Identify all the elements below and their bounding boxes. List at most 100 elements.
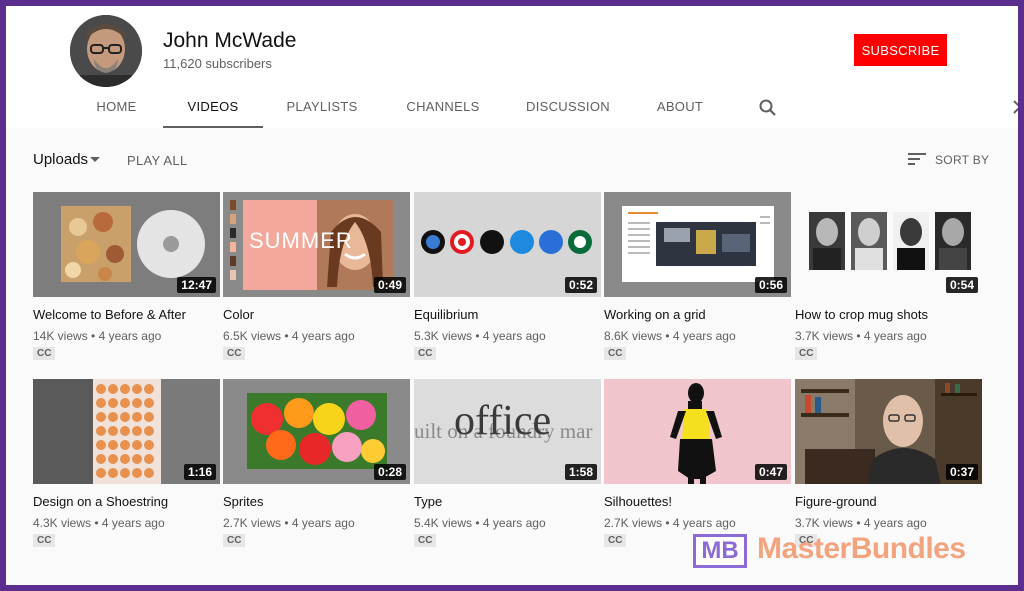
tab-playlists[interactable]: PLAYLISTS: [280, 90, 364, 128]
video-duration: 1:58: [564, 464, 597, 480]
view-count: 6.5K views: [223, 329, 282, 343]
upload-age: 4 years ago: [291, 516, 355, 530]
video-card[interactable]: SUMMER 0:49 Color 6.5K views • 4 years a…: [223, 192, 410, 361]
video-duration: 0:49: [373, 277, 406, 293]
chevron-right-icon[interactable]: [1012, 98, 1018, 116]
upload-age: 4 years ago: [98, 329, 162, 343]
tab-videos[interactable]: VIDEOS: [163, 90, 263, 128]
cc-badge: CC: [33, 347, 56, 360]
video-title[interactable]: Welcome to Before & After: [33, 307, 220, 322]
video-meta: 4.3K views • 4 years ago: [33, 516, 165, 530]
video-meta: 6.5K views • 4 years ago: [223, 329, 355, 343]
channel-header: John McWade 11,620 subscribers SUBSCRIBE…: [6, 6, 1018, 128]
subscriber-count: 11,620 subscribers: [163, 56, 272, 71]
video-title[interactable]: Color: [223, 307, 410, 322]
video-title[interactable]: Equilibrium: [414, 307, 601, 322]
chevron-down-icon[interactable]: [90, 157, 100, 162]
tab-home[interactable]: HOME: [84, 90, 149, 128]
cc-badge: CC: [223, 534, 246, 547]
watermark-logo: MB: [693, 534, 747, 568]
video-duration: 1:16: [183, 464, 216, 480]
video-duration: 12:47: [177, 277, 216, 293]
cc-badge: CC: [223, 347, 246, 360]
sort-icon[interactable]: [908, 152, 926, 166]
video-title[interactable]: Figure-ground: [795, 494, 982, 509]
video-thumbnail[interactable]: 0:54: [795, 192, 982, 297]
video-thumbnail[interactable]: 0:56: [604, 192, 791, 297]
video-meta: 3.7K views • 4 years ago: [795, 329, 927, 343]
video-title[interactable]: Type: [414, 494, 601, 509]
video-meta: 5.3K views • 4 years ago: [414, 329, 546, 343]
video-thumbnail[interactable]: 0:28: [223, 379, 410, 484]
upload-age: 4 years ago: [863, 329, 927, 343]
view-count: 3.7K views: [795, 329, 854, 343]
cc-badge: CC: [604, 534, 627, 547]
video-meta: 5.4K views • 4 years ago: [414, 516, 546, 530]
channel-tabs: HOME VIDEOS PLAYLISTS CHANNELS DISCUSSIO…: [6, 90, 1018, 128]
view-count: 3.7K views: [795, 516, 854, 530]
video-thumbnail[interactable]: 1:16: [33, 379, 220, 484]
video-card[interactable]: 1:16 Design on a Shoestring 4.3K views •…: [33, 379, 220, 548]
upload-age: 4 years ago: [482, 329, 546, 343]
view-count: 2.7K views: [604, 516, 663, 530]
view-count: 5.3K views: [414, 329, 473, 343]
video-card[interactable]: 0:52 Equilibrium 5.3K views • 4 years ag…: [414, 192, 601, 361]
upload-age: 4 years ago: [672, 516, 736, 530]
view-count: 5.4K views: [414, 516, 473, 530]
video-meta: 14K views • 4 years ago: [33, 329, 162, 343]
search-icon[interactable]: [758, 98, 778, 118]
upload-age: 4 years ago: [672, 329, 736, 343]
play-all-button[interactable]: PLAY ALL: [127, 153, 187, 168]
video-thumbnail[interactable]: uilt on a foundry mar office 1:58: [414, 379, 601, 484]
upload-age: 4 years ago: [101, 516, 165, 530]
view-count: 2.7K views: [223, 516, 282, 530]
uploads-dropdown[interactable]: Uploads: [33, 151, 88, 168]
video-thumbnail[interactable]: SUMMER 0:49: [223, 192, 410, 297]
video-duration: 0:56: [754, 277, 787, 293]
cc-badge: CC: [33, 534, 56, 547]
view-count: 8.6K views: [604, 329, 663, 343]
video-duration: 0:54: [945, 277, 978, 293]
subscribe-button[interactable]: SUBSCRIBE: [854, 34, 947, 66]
video-meta: 2.7K views • 4 years ago: [223, 516, 355, 530]
cc-badge: CC: [414, 347, 437, 360]
video-title[interactable]: Sprites: [223, 494, 410, 509]
video-thumbnail[interactable]: 0:37: [795, 379, 982, 484]
video-title[interactable]: Design on a Shoestring: [33, 494, 220, 509]
video-card[interactable]: 0:56 Working on a grid 8.6K views • 4 ye…: [604, 192, 791, 361]
sort-by-button[interactable]: SORT BY: [935, 153, 989, 167]
upload-age: 4 years ago: [482, 516, 546, 530]
video-duration: 0:47: [754, 464, 787, 480]
view-count: 4.3K views: [33, 516, 92, 530]
video-card[interactable]: 0:47 Silhouettes! 2.7K views • 4 years a…: [604, 379, 791, 548]
video-meta: 3.7K views • 4 years ago: [795, 516, 927, 530]
video-title[interactable]: Silhouettes!: [604, 494, 791, 509]
video-title[interactable]: Working on a grid: [604, 307, 791, 322]
video-thumbnail[interactable]: 12:47: [33, 192, 220, 297]
video-meta: 2.7K views • 4 years ago: [604, 516, 736, 530]
video-card[interactable]: 0:28 Sprites 2.7K views • 4 years ago CC: [223, 379, 410, 548]
upload-age: 4 years ago: [291, 329, 355, 343]
cc-badge: CC: [604, 347, 627, 360]
video-card[interactable]: 0:54 How to crop mug shots 3.7K views • …: [795, 192, 982, 361]
thumbnail-text: office: [454, 398, 552, 444]
video-card[interactable]: 12:47 Welcome to Before & After 14K view…: [33, 192, 220, 361]
thumbnail-text: SUMMER: [249, 228, 353, 253]
video-duration: 0:28: [373, 464, 406, 480]
video-thumbnail[interactable]: 0:47: [604, 379, 791, 484]
channel-avatar[interactable]: [70, 15, 142, 87]
video-title[interactable]: How to crop mug shots: [795, 307, 982, 322]
watermark-text: MasterBundles: [757, 532, 966, 565]
tab-about[interactable]: ABOUT: [651, 90, 709, 128]
video-card[interactable]: 0:37 Figure-ground 3.7K views • 4 years …: [795, 379, 982, 548]
video-thumbnail[interactable]: 0:52: [414, 192, 601, 297]
channel-name: John McWade: [163, 29, 297, 52]
video-duration: 0:37: [945, 464, 978, 480]
view-count: 14K views: [33, 329, 88, 343]
youtube-channel-page: John McWade 11,620 subscribers SUBSCRIBE…: [6, 6, 1018, 585]
tab-discussion[interactable]: DISCUSSION: [521, 90, 615, 128]
tab-channels[interactable]: CHANNELS: [399, 90, 487, 128]
video-meta: 8.6K views • 4 years ago: [604, 329, 736, 343]
video-card[interactable]: uilt on a foundry mar office 1:58 Type 5…: [414, 379, 601, 548]
video-duration: 0:52: [564, 277, 597, 293]
